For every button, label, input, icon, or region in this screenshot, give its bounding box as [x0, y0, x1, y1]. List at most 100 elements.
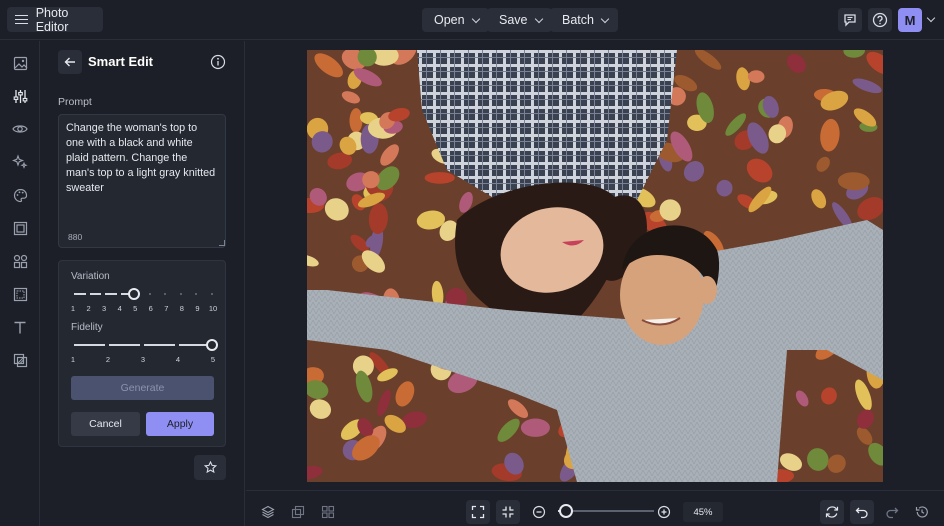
help-icon — [872, 12, 888, 28]
tick-label: 2 — [86, 304, 91, 313]
redo-button[interactable] — [880, 500, 904, 524]
slider-fill-segment — [89, 293, 102, 295]
zoom-out-button[interactable] — [527, 500, 551, 524]
feedback-button[interactable] — [838, 8, 862, 32]
back-button[interactable] — [58, 50, 82, 74]
fidelity-slider[interactable] — [72, 339, 218, 351]
tick-label: 4 — [175, 355, 181, 364]
help-button[interactable] — [868, 8, 892, 32]
app-title: Photo Editor — [35, 5, 69, 34]
prompt-label: Prompt — [58, 96, 92, 108]
slider-fill-segment — [109, 344, 140, 346]
zoom-percentage[interactable]: 45% — [683, 502, 723, 522]
grid-button[interactable] — [316, 500, 340, 524]
palette-icon[interactable] — [11, 186, 29, 204]
apply-button[interactable]: Apply — [146, 412, 214, 436]
avatar[interactable]: M — [898, 8, 922, 32]
tick-label: 1 — [70, 355, 76, 364]
top-bar: Photo Editor Open Save Batch M — [0, 0, 944, 40]
slider-fill-segment — [74, 293, 86, 295]
open-menu[interactable]: Open — [422, 8, 489, 32]
tick-label: 6 — [148, 304, 153, 313]
cancel-button[interactable]: Cancel — [71, 412, 140, 436]
undo-icon — [855, 507, 868, 519]
redo-icon — [886, 507, 899, 519]
shapes-icon[interactable] — [11, 252, 29, 270]
variation-ticks: 1 2 3 4 5 6 7 8 9 10 — [70, 304, 217, 314]
prompt-text: Change the woman's top to one with a bla… — [66, 122, 216, 194]
zoom-in-icon — [657, 505, 671, 519]
save-menu-label: Save — [499, 13, 528, 27]
open-menu-label: Open — [434, 13, 465, 27]
tick-label: 3 — [102, 304, 107, 313]
frame-icon[interactable] — [11, 219, 29, 237]
hamburger-icon — [15, 14, 28, 25]
resize-grip-icon[interactable] — [219, 240, 225, 246]
character-count: 880 — [68, 232, 83, 242]
expand-icon — [471, 505, 485, 519]
reset-button[interactable] — [820, 500, 844, 524]
slider-thumb[interactable] — [128, 288, 141, 300]
batch-menu[interactable]: Batch — [550, 8, 618, 32]
crop-icon[interactable] — [11, 285, 29, 303]
chevron-down-icon — [471, 14, 480, 23]
fidelity-ticks: 1 2 3 4 5 — [70, 355, 216, 365]
zoom-slider-thumb[interactable] — [559, 504, 573, 518]
effects-icon[interactable] — [11, 153, 29, 171]
arrow-left-icon — [64, 57, 75, 67]
photo-editor-app: Photo Editor Open Save Batch M Smart Edi… — [0, 0, 944, 526]
tick-label: 9 — [195, 304, 200, 313]
refresh-icon — [825, 506, 839, 518]
tick-label: 1 — [70, 304, 76, 313]
slider-fill-segment — [74, 344, 105, 346]
slider-step-dot — [164, 293, 167, 295]
batch-menu-label: Batch — [562, 13, 594, 27]
edited-photo[interactable] — [307, 50, 883, 482]
tick-label: 5 — [210, 355, 216, 364]
variation-label: Variation — [71, 271, 110, 282]
slider-step-dot — [179, 293, 182, 295]
compare-button[interactable] — [286, 500, 310, 524]
slider-step-dot — [148, 293, 151, 295]
variation-slider[interactable] — [72, 288, 213, 300]
tick-label: 4 — [117, 304, 122, 313]
slider-fill-segment — [144, 344, 175, 346]
fidelity-label: Fidelity — [71, 322, 103, 333]
slider-step-dot — [211, 293, 213, 295]
generate-button[interactable]: Generate — [71, 376, 214, 400]
zoom-out-icon — [532, 505, 546, 519]
actual-size-button[interactable] — [496, 500, 520, 524]
history-button[interactable] — [910, 500, 934, 524]
tick-label: 3 — [140, 355, 146, 364]
adjustments-icon[interactable] — [11, 87, 29, 105]
zoom-in-button[interactable] — [652, 500, 676, 524]
text-icon[interactable] — [11, 318, 29, 336]
chevron-down-icon — [534, 14, 543, 23]
couple-on-autumn-leaves-image — [307, 50, 883, 482]
layers-button[interactable] — [256, 500, 280, 524]
canvas-area — [246, 41, 944, 490]
info-icon[interactable] — [210, 54, 226, 70]
bottom-bar: 45% — [246, 490, 944, 526]
eye-icon[interactable] — [11, 120, 29, 138]
slider-fill-segment — [105, 293, 117, 295]
layers-overlay-icon[interactable] — [11, 351, 29, 369]
smart-edit-panel: Smart Edit Prompt Change the woman's top… — [41, 41, 245, 526]
chevron-down-icon[interactable] — [926, 13, 936, 23]
panel-title: Smart Edit — [88, 54, 154, 69]
tick-label: 7 — [164, 304, 169, 313]
favorite-button[interactable] — [194, 455, 226, 480]
chevron-down-icon — [600, 14, 610, 23]
slider-thumb[interactable] — [206, 339, 218, 351]
slider-step-dot — [195, 293, 198, 295]
settings-card: Variation 1 2 3 4 5 6 7 8 9 10 Fidelity 1 2 3 4 5 Gen… — [58, 260, 226, 447]
undo-button[interactable] — [850, 500, 874, 524]
prompt-textarea[interactable]: Change the woman's top to one with a bla… — [58, 114, 226, 248]
shrink-icon — [502, 506, 514, 518]
app-menu-button[interactable]: Photo Editor — [7, 5, 103, 34]
fit-to-screen-button[interactable] — [466, 500, 490, 524]
save-menu[interactable]: Save — [487, 8, 552, 32]
tick-label: 5 — [133, 304, 138, 313]
image-icon[interactable] — [11, 54, 29, 72]
tool-rail — [0, 41, 40, 526]
